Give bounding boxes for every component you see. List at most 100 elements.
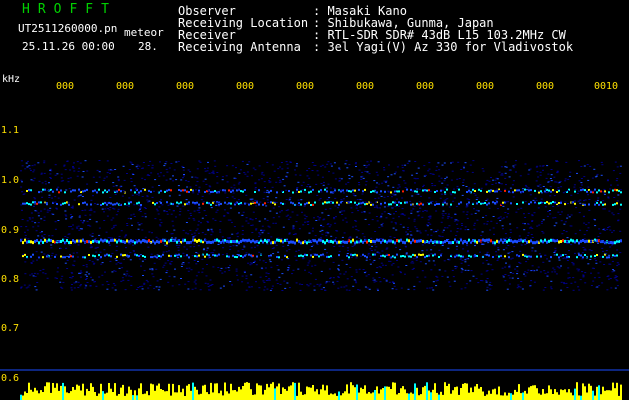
band-pixel (286, 256, 288, 259)
noise-pixel (501, 173, 504, 175)
noise-pixel (374, 243, 377, 245)
histogram-bar (428, 390, 430, 400)
noise-pixel (450, 257, 453, 258)
noise-pixel (531, 214, 534, 216)
noise-pixel (89, 218, 92, 220)
noise-pixel (62, 281, 65, 283)
band-pixel (336, 201, 338, 204)
noise-pixel (162, 266, 165, 268)
band-pixel (418, 253, 420, 256)
noise-pixel (435, 275, 438, 277)
noise-pixel (256, 245, 259, 247)
noise-pixel (268, 259, 271, 261)
noise-pixel (500, 204, 503, 205)
noise-pixel (456, 187, 459, 189)
band-pixel (562, 254, 564, 257)
band-pixel (330, 239, 332, 243)
band-pixel (304, 188, 306, 191)
noise-pixel (411, 195, 414, 197)
noise-pixel (531, 221, 534, 222)
noise-pixel (115, 214, 118, 216)
noise-pixel (307, 184, 310, 185)
noise-pixel (183, 255, 186, 257)
noise-pixel (573, 200, 576, 202)
band-pixel (134, 253, 136, 256)
band-pixel (278, 256, 280, 259)
noise-pixel (84, 160, 87, 162)
noise-pixel (377, 197, 380, 199)
noise-pixel (374, 249, 377, 251)
noise-pixel (281, 168, 284, 170)
noise-pixel (140, 265, 142, 267)
noise-pixel (424, 174, 427, 176)
histogram-bar (142, 394, 144, 400)
noise-pixel (182, 167, 185, 168)
noise-pixel (383, 211, 386, 213)
noise-pixel (151, 269, 154, 271)
noise-pixel (400, 287, 403, 289)
noise-pixel (594, 201, 597, 203)
noise-pixel (416, 230, 419, 232)
histogram-bar (394, 382, 396, 400)
noise-pixel (46, 211, 49, 213)
histogram-bar (480, 387, 482, 400)
noise-pixel (465, 258, 468, 260)
noise-pixel (402, 226, 405, 228)
histogram-bar (386, 386, 388, 400)
histogram-bar (26, 393, 28, 400)
band-pixel (606, 256, 608, 259)
noise-pixel (560, 220, 563, 222)
noise-pixel (187, 281, 190, 283)
noise-pixel (252, 262, 255, 263)
noise-pixel (40, 172, 43, 174)
noise-pixel (43, 208, 46, 210)
noise-pixel (172, 180, 175, 182)
noise-pixel (410, 262, 413, 264)
band-pixel (416, 190, 418, 193)
noise-pixel (123, 273, 126, 275)
band-pixel (72, 239, 74, 243)
histogram-bar (294, 382, 296, 400)
histogram-bar (600, 394, 602, 400)
noise-pixel (78, 190, 81, 192)
noise-pixel (76, 161, 79, 163)
noise-pixel (505, 237, 508, 239)
noise-pixel (371, 241, 374, 243)
noise-pixel (82, 265, 85, 266)
histogram-bar (598, 385, 600, 400)
histogram-bar (406, 393, 408, 400)
band-pixel (120, 190, 122, 193)
band-pixel (28, 240, 30, 244)
band-pixel (112, 203, 114, 206)
noise-pixel (619, 165, 622, 167)
noise-pixel (359, 201, 362, 203)
histogram-bar (148, 395, 150, 400)
noise-pixel (114, 284, 117, 286)
noise-pixel (377, 289, 379, 291)
noise-pixel (207, 229, 210, 231)
noise-pixel (360, 199, 363, 201)
noise-pixel (229, 248, 232, 250)
noise-pixel (245, 220, 248, 222)
histogram-bar (570, 392, 572, 400)
noise-pixel (40, 173, 43, 175)
histogram-bar (236, 391, 238, 400)
band-pixel (102, 239, 104, 243)
noise-pixel (536, 269, 538, 271)
noise-pixel (91, 279, 94, 281)
noise-pixel (295, 282, 298, 284)
noise-pixel (127, 256, 130, 258)
noise-pixel (438, 180, 441, 182)
noise-pixel (313, 289, 316, 291)
noise-pixel (336, 280, 339, 282)
noise-pixel (172, 175, 174, 177)
noise-pixel (506, 288, 509, 290)
band-pixel (292, 240, 294, 244)
noise-pixel (370, 250, 373, 251)
band-pixel (538, 202, 540, 205)
band-pixel (94, 189, 96, 192)
noise-pixel (350, 276, 353, 278)
noise-pixel (40, 251, 43, 253)
noise-pixel (332, 192, 335, 194)
band-pixel (138, 239, 140, 243)
